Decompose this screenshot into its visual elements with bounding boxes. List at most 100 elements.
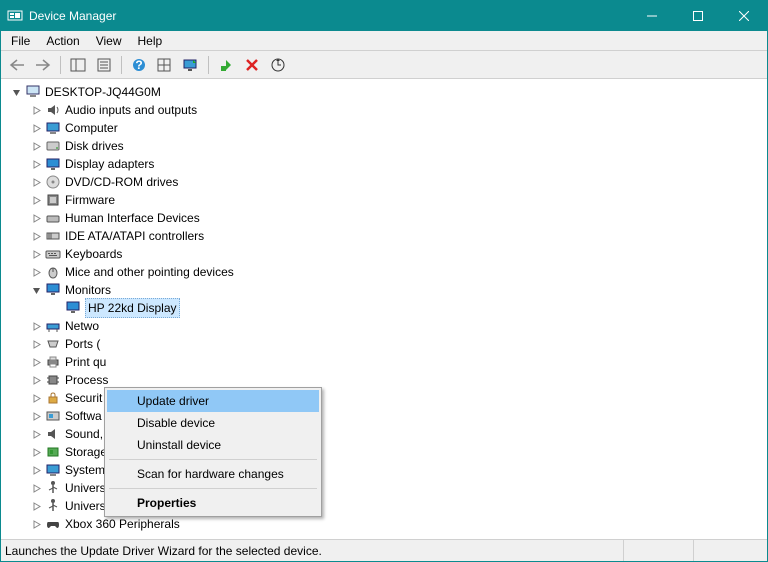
chevron-right-icon[interactable]: [29, 229, 43, 243]
chevron-right-icon[interactable]: [29, 445, 43, 459]
tree-item-hid[interactable]: Human Interface Devices: [3, 209, 765, 227]
context-menu: Update driver Disable device Uninstall d…: [104, 387, 322, 517]
audio-icon: [45, 102, 61, 118]
chevron-right-icon[interactable]: [29, 373, 43, 387]
chevron-right-icon[interactable]: [29, 139, 43, 153]
toolbar: ?: [1, 51, 767, 79]
device-tree[interactable]: DESKTOP-JQ44G0M Audio inputs and outputs…: [1, 79, 767, 539]
show-hide-tree-button[interactable]: [66, 54, 90, 76]
ide-icon: [45, 228, 61, 244]
computer-icon: [25, 84, 41, 100]
status-text: Launches the Update Driver Wizard for th…: [5, 544, 623, 558]
ports-icon: [45, 336, 61, 352]
action-button[interactable]: [153, 54, 177, 76]
monitor-icon: [65, 300, 81, 316]
menubar: File Action View Help: [1, 31, 767, 51]
tree-item-firmware[interactable]: Firmware: [3, 191, 765, 209]
usb-icon: [45, 498, 61, 514]
chevron-right-icon[interactable]: [29, 391, 43, 405]
computer-icon: [45, 120, 61, 136]
scan-hardware-button[interactable]: [266, 54, 290, 76]
tree-item-mice[interactable]: Mice and other pointing devices: [3, 263, 765, 281]
chevron-right-icon[interactable]: [29, 175, 43, 189]
close-button[interactable]: [721, 1, 767, 31]
properties-button[interactable]: [92, 54, 116, 76]
network-icon: [45, 318, 61, 334]
firmware-icon: [45, 192, 61, 208]
tree-root[interactable]: DESKTOP-JQ44G0M: [3, 83, 765, 101]
menu-action[interactable]: Action: [38, 32, 87, 50]
chevron-right-icon[interactable]: [29, 247, 43, 261]
disk-icon: [45, 138, 61, 154]
tree-item-hp-display[interactable]: HP 22kd Display: [3, 299, 765, 317]
monitor-icon: [45, 282, 61, 298]
tree-item-print[interactable]: Print qu: [3, 353, 765, 371]
sound-icon: [45, 426, 61, 442]
menu-file[interactable]: File: [3, 32, 38, 50]
menu-properties[interactable]: Properties: [107, 492, 319, 514]
software-icon: [45, 408, 61, 424]
uninstall-button[interactable]: [240, 54, 264, 76]
system-icon: [45, 462, 61, 478]
chevron-right-icon[interactable]: [29, 427, 43, 441]
gamepad-icon: [45, 516, 61, 532]
menu-view[interactable]: View: [88, 32, 130, 50]
svg-text:?: ?: [135, 58, 142, 72]
tree-item-network[interactable]: Netwo: [3, 317, 765, 335]
tree-item-computer[interactable]: Computer: [3, 119, 765, 137]
chevron-right-icon[interactable]: [29, 157, 43, 171]
display-adapter-icon: [45, 156, 61, 172]
chevron-right-icon[interactable]: [29, 409, 43, 423]
chevron-down-icon[interactable]: [29, 283, 43, 297]
chevron-right-icon[interactable]: [29, 193, 43, 207]
processor-icon: [45, 372, 61, 388]
usb-icon: [45, 480, 61, 496]
hid-icon: [45, 210, 61, 226]
chevron-right-icon[interactable]: [29, 517, 43, 531]
tree-item-xbox[interactable]: Xbox 360 Peripherals: [3, 515, 765, 533]
menu-scan-hardware[interactable]: Scan for hardware changes: [107, 463, 319, 485]
menu-disable-device[interactable]: Disable device: [107, 412, 319, 434]
chevron-right-icon[interactable]: [29, 463, 43, 477]
chevron-right-icon[interactable]: [29, 355, 43, 369]
chevron-down-icon[interactable]: [9, 85, 23, 99]
storage-icon: [45, 444, 61, 460]
security-icon: [45, 390, 61, 406]
app-icon: [7, 8, 23, 24]
keyboard-icon: [45, 246, 61, 262]
chevron-right-icon[interactable]: [29, 265, 43, 279]
tree-item-ports[interactable]: Ports (: [3, 335, 765, 353]
tree-item-disk[interactable]: Disk drives: [3, 137, 765, 155]
device-manager-window: Device Manager File Action View Help ?: [0, 0, 768, 562]
tree-item-keyboards[interactable]: Keyboards: [3, 245, 765, 263]
printer-icon: [45, 354, 61, 370]
chevron-right-icon[interactable]: [29, 211, 43, 225]
tree-item-dvd[interactable]: DVD/CD-ROM drives: [3, 173, 765, 191]
chevron-right-icon[interactable]: [29, 337, 43, 351]
dvd-icon: [45, 174, 61, 190]
chevron-right-icon[interactable]: [29, 103, 43, 117]
tree-root-label: DESKTOP-JQ44G0M: [45, 83, 161, 101]
chevron-right-icon[interactable]: [29, 319, 43, 333]
forward-button[interactable]: [31, 54, 55, 76]
tree-item-ide[interactable]: IDE ATA/ATAPI controllers: [3, 227, 765, 245]
chevron-right-icon[interactable]: [29, 481, 43, 495]
status-pane: [693, 540, 763, 561]
menu-uninstall-device[interactable]: Uninstall device: [107, 434, 319, 456]
chevron-right-icon[interactable]: [29, 499, 43, 513]
minimize-button[interactable]: [629, 1, 675, 31]
tree-item-audio[interactable]: Audio inputs and outputs: [3, 101, 765, 119]
tree-item-monitors[interactable]: Monitors: [3, 281, 765, 299]
menu-separator: [109, 488, 317, 489]
menu-help[interactable]: Help: [130, 32, 171, 50]
enable-button[interactable]: [214, 54, 238, 76]
update-driver-button[interactable]: [179, 54, 203, 76]
menu-update-driver[interactable]: Update driver: [107, 390, 319, 412]
back-button[interactable]: [5, 54, 29, 76]
help-button[interactable]: ?: [127, 54, 151, 76]
chevron-right-icon[interactable]: [29, 121, 43, 135]
mouse-icon: [45, 264, 61, 280]
maximize-button[interactable]: [675, 1, 721, 31]
titlebar: Device Manager: [1, 1, 767, 31]
tree-item-display[interactable]: Display adapters: [3, 155, 765, 173]
